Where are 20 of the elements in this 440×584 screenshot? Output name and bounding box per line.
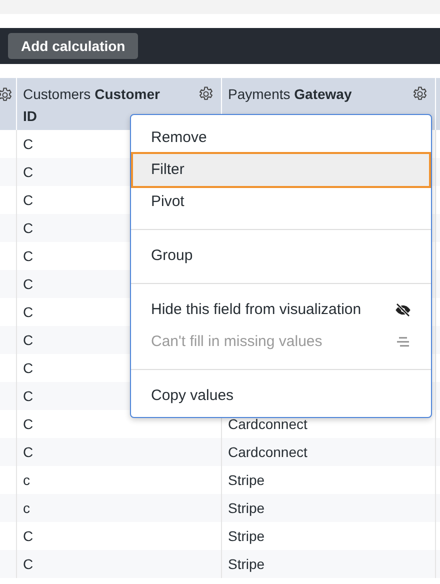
table-cell: Stripe [222,494,436,522]
table-cell [0,494,17,522]
table-cell [0,550,17,578]
table-cell: Cardconnect [222,438,436,466]
add-calculation-button[interactable]: Add calculation [8,33,138,59]
table-cell [0,270,17,298]
settings-icon[interactable] [411,85,429,103]
table-cell: C [17,438,222,466]
table-cell [0,214,17,242]
table-cell [0,438,17,466]
table-cell: Stripe [222,550,436,578]
table-cell [0,158,17,186]
settings-icon[interactable] [197,85,215,103]
menu-item[interactable]: Filter [133,154,429,186]
column-title[interactable]: Payments Gateway [228,83,352,105]
table-cell [0,326,17,354]
eye-slash-icon [395,302,411,318]
table-cell: C [17,550,222,578]
table-cell: c [17,494,222,522]
table-cell [0,382,17,410]
